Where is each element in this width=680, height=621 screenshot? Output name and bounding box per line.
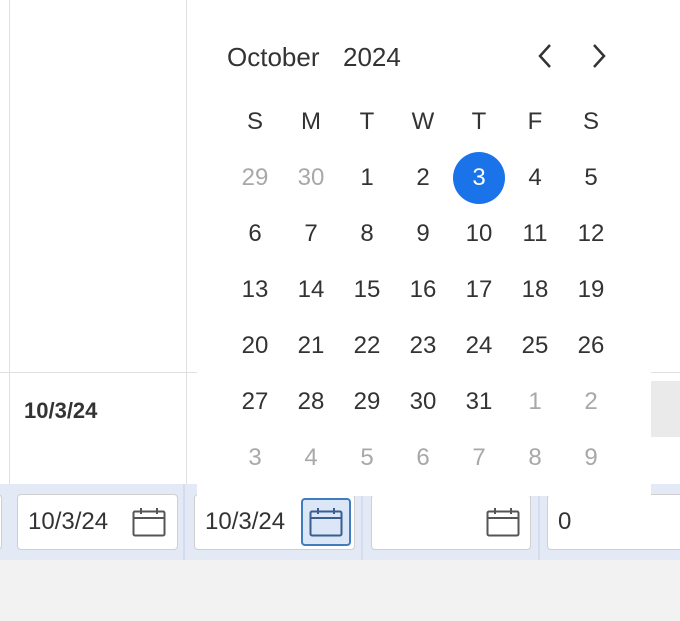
day-cell[interactable]: 7 bbox=[285, 208, 337, 260]
day-cell[interactable]: 29 bbox=[229, 152, 281, 204]
day-cell[interactable]: 30 bbox=[285, 152, 337, 204]
day-cell[interactable]: 5 bbox=[565, 152, 617, 204]
column-divider bbox=[186, 0, 187, 484]
day-cell[interactable]: 7 bbox=[453, 432, 505, 484]
weekday-label: M bbox=[301, 108, 321, 135]
date-filter-value: 10/3/24 bbox=[28, 508, 109, 535]
day-cell[interactable]: 28 bbox=[285, 376, 337, 428]
day-cell[interactable]: 8 bbox=[341, 208, 393, 260]
day-cell[interactable]: 15 bbox=[341, 264, 393, 316]
day-cell[interactable]: 25 bbox=[509, 320, 561, 372]
date-filter-input-3[interactable] bbox=[371, 494, 531, 550]
day-cell[interactable]: 18 bbox=[509, 264, 561, 316]
day-cell[interactable]: 4 bbox=[285, 432, 337, 484]
weekday-label: T bbox=[359, 108, 375, 135]
day-cell[interactable]: 9 bbox=[565, 432, 617, 484]
calendar-button-active[interactable] bbox=[301, 498, 351, 546]
day-cell[interactable]: 6 bbox=[229, 208, 281, 260]
weekday-label: F bbox=[527, 108, 543, 135]
number-filter-input[interactable]: 0 bbox=[547, 494, 680, 550]
column-divider bbox=[9, 0, 10, 484]
previous-month-button[interactable] bbox=[527, 38, 563, 74]
day-cell[interactable]: 1 bbox=[509, 376, 561, 428]
day-cell[interactable]: 3 bbox=[229, 432, 281, 484]
day-cell[interactable]: 29 bbox=[341, 376, 393, 428]
weekday-label: S bbox=[246, 108, 263, 135]
day-cell[interactable]: 4 bbox=[509, 152, 561, 204]
calendar-icon bbox=[132, 508, 166, 537]
day-cell[interactable]: 23 bbox=[397, 320, 449, 372]
day-cell[interactable]: 22 bbox=[341, 320, 393, 372]
next-month-button[interactable] bbox=[581, 38, 617, 74]
date-picker-popup: October 2024 SMTWTFS 29 30 1 2 3 4 5 6 7 8 9 10 11 12… bbox=[197, 0, 651, 496]
day-cell[interactable]: 27 bbox=[229, 376, 281, 428]
date-filter-input-2[interactable]: 10/3/24 bbox=[194, 494, 355, 550]
day-cell[interactable]: 1 bbox=[341, 152, 393, 204]
calendar-icon bbox=[309, 508, 343, 537]
month-label[interactable]: October bbox=[227, 42, 320, 73]
footer-area bbox=[0, 560, 680, 621]
chevron-left-icon bbox=[538, 44, 551, 68]
weekday-label: S bbox=[582, 108, 599, 135]
day-cell[interactable]: 19 bbox=[565, 264, 617, 316]
day-cell[interactable]: 26 bbox=[565, 320, 617, 372]
calendar-button[interactable] bbox=[124, 498, 174, 546]
day-cell[interactable]: 13 bbox=[229, 264, 281, 316]
filter-separator bbox=[183, 484, 185, 560]
day-cell[interactable]: 11 bbox=[509, 208, 561, 260]
date-filter-input-1[interactable]: 10/3/24 bbox=[17, 494, 178, 550]
day-cell[interactable]: 9 bbox=[397, 208, 449, 260]
day-cell[interactable]: 2 bbox=[397, 152, 449, 204]
day-cell[interactable]: 17 bbox=[453, 264, 505, 316]
weekday-label: W bbox=[411, 108, 435, 135]
day-cell[interactable]: 8 bbox=[509, 432, 561, 484]
day-cell[interactable]: 21 bbox=[285, 320, 337, 372]
chevron-right-icon bbox=[593, 44, 606, 68]
row-date-cell[interactable]: 10/3/24 bbox=[24, 398, 97, 424]
cell-block bbox=[651, 381, 680, 437]
day-cell[interactable]: 16 bbox=[397, 264, 449, 316]
weekday-label: T bbox=[471, 108, 487, 135]
day-cell[interactable]: 5 bbox=[341, 432, 393, 484]
day-cell[interactable]: 10 bbox=[453, 208, 505, 260]
filter-input-edge bbox=[0, 494, 2, 550]
calendar-button[interactable] bbox=[478, 498, 528, 546]
day-cell[interactable]: 31 bbox=[453, 376, 505, 428]
day-cell[interactable]: 2 bbox=[565, 376, 617, 428]
day-cell[interactable]: 12 bbox=[565, 208, 617, 260]
calendar-icon bbox=[486, 508, 520, 537]
day-cell[interactable]: 30 bbox=[397, 376, 449, 428]
day-cell-selected[interactable]: 3 bbox=[453, 152, 505, 204]
year-label[interactable]: 2024 bbox=[343, 42, 401, 73]
number-filter-value: 0 bbox=[558, 508, 572, 535]
day-cell[interactable]: 20 bbox=[229, 320, 281, 372]
date-filter-value: 10/3/24 bbox=[205, 508, 286, 535]
day-cell[interactable]: 24 bbox=[453, 320, 505, 372]
day-cell[interactable]: 6 bbox=[397, 432, 449, 484]
day-cell[interactable]: 14 bbox=[285, 264, 337, 316]
